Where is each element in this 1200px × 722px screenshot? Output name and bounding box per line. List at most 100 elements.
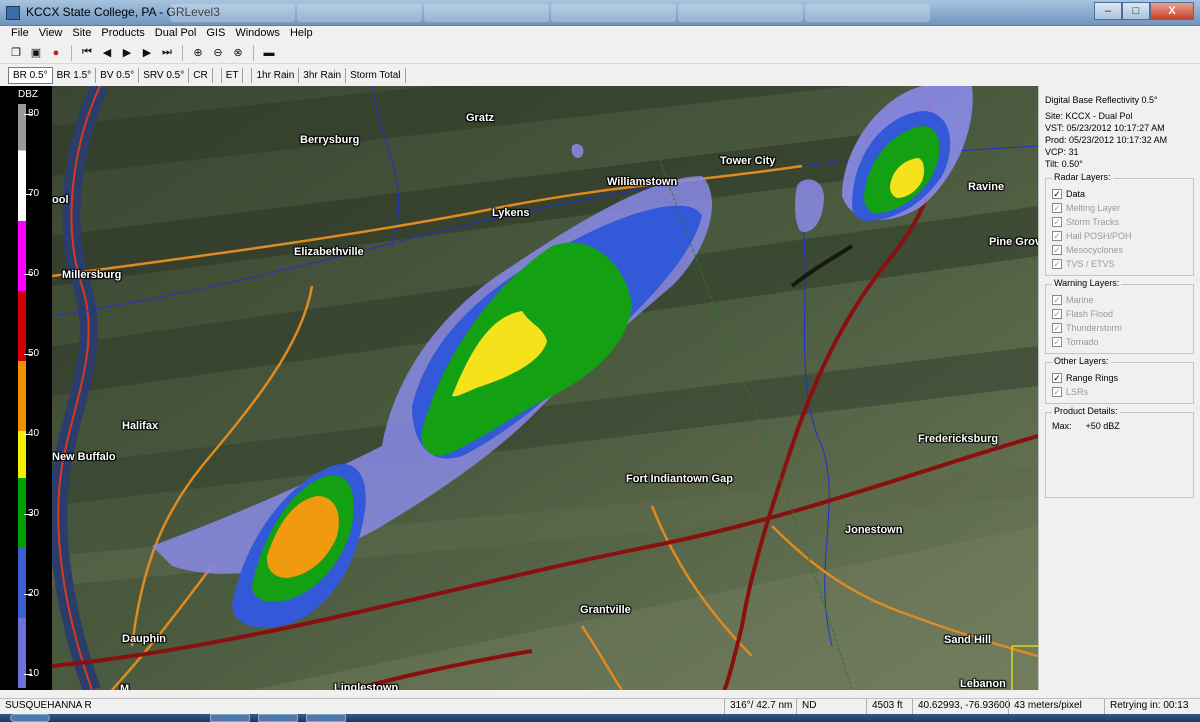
tab-et[interactable]: ET	[220, 67, 244, 83]
title-bar[interactable]: KCCX State College, PA - GRLevel3 – □ X	[0, 0, 1200, 26]
toolbar: ❐ ▣ ● ⏮ ◀ ▶ ▶ ⏭ ⊕ ⊖ ⊗ ▬	[0, 42, 1200, 64]
play-icon[interactable]: ▶	[119, 45, 135, 61]
product-name: Digital Base Reflectivity 0.5°	[1045, 95, 1158, 105]
maximize-button[interactable]: □	[1122, 2, 1150, 20]
checkbox-box[interactable]: ✓	[1052, 373, 1062, 383]
status-height: 4503 ft	[866, 699, 912, 714]
product-details-title: Product Details:	[1052, 406, 1120, 416]
tilt-value: Tilt: 0.50°	[1045, 159, 1083, 169]
copy-icon[interactable]: ❐	[8, 45, 24, 61]
map-label-lebanon: Lebanon	[960, 678, 1006, 690]
warning-layer-checkbox: ✓ Tornado	[1052, 335, 1187, 349]
legend-tick-label: 50	[28, 348, 40, 359]
checkbox-box[interactable]: ✓	[1052, 189, 1062, 199]
other-layer-checkbox: ✓ LSRs	[1052, 385, 1187, 399]
warning-layers-list: ✓ Marine ✓ Flash Flood ✓ Thunderstorm ✓ Tornado	[1052, 293, 1187, 349]
map-label-fredericksburg: Fredericksburg	[918, 433, 999, 445]
taskbar-app[interactable]	[306, 714, 346, 722]
tab-1hr-rain[interactable]: 1hr Rain	[251, 67, 300, 83]
tab-br-1-5[interactable]: BR 1.5°	[53, 67, 97, 83]
map-label-linglestown: Linglestown	[334, 682, 399, 690]
menu-bar: File View Site Products Dual Pol GIS Win…	[0, 26, 1200, 42]
radar-layers-group: Radar Layers: ✓ Data ✓ Melting Layer ✓ Storm …	[1045, 172, 1194, 276]
map-label-millersburg: Millersburg	[62, 269, 122, 281]
checkbox-label: Data	[1066, 189, 1086, 199]
status-bar: SUSQUEHANNA R 316°/ 42.7 nm ND 4503 ft 4…	[0, 698, 1200, 714]
radar-layers-list: ✓ Data ✓ Melting Layer ✓ Storm Tracks ✓ Hail PO…	[1052, 187, 1187, 271]
other-layers-list: ✓ Range Rings ✓ LSRs	[1052, 371, 1187, 399]
product-details-group: Product Details: Max: +50 dBZ	[1045, 406, 1194, 498]
menu-products[interactable]: Products	[96, 26, 149, 42]
radar-layer-checkbox: ✓ Mesocyclones	[1052, 243, 1187, 257]
close-button[interactable]: X	[1150, 2, 1194, 20]
taskbar-app[interactable]	[210, 714, 250, 722]
alert-icon[interactable]: ●	[48, 45, 64, 61]
background-window	[297, 4, 422, 22]
checkbox-label: Thunderstorm	[1066, 323, 1123, 333]
max-label: Max:	[1052, 421, 1072, 431]
paste-icon[interactable]: ▣	[28, 45, 44, 61]
status-retry: Retrying in: 00:13	[1104, 699, 1200, 714]
background-window	[805, 4, 930, 22]
next-frame-icon[interactable]: ▶	[139, 45, 155, 61]
minimize-button[interactable]: –	[1094, 2, 1122, 20]
map-label-grantville: Grantville	[580, 604, 631, 616]
map-label-fort-indiantown-gap: Fort Indiantown Gap	[626, 473, 733, 485]
map-label-lykens: Lykens	[492, 207, 530, 219]
menu-gis[interactable]: GIS	[201, 26, 230, 42]
tab-br-0-5[interactable]: BR 0.5°	[8, 66, 53, 84]
tab-srv-0-5[interactable]: SRV 0.5°	[139, 67, 190, 83]
status-location: SUSQUEHANNA R	[5, 700, 92, 711]
radar-layer-checkbox: ✓ TVS / ETVS	[1052, 257, 1187, 271]
legend-tick-label: 10	[28, 668, 40, 679]
tab-3hr-rain[interactable]: 3hr Rain	[299, 67, 347, 83]
window-icon[interactable]: ▬	[261, 45, 277, 61]
info-panel: Digital Base Reflectivity 0.5° Site: KCC…	[1038, 86, 1200, 690]
map-label-berrysburg: Berrysburg	[300, 134, 360, 146]
background-taskbar-strip	[170, 4, 930, 22]
menu-help[interactable]: Help	[285, 26, 318, 42]
radar-layer-checkbox: ✓ Storm Tracks	[1052, 215, 1187, 229]
checkbox-box: ✓	[1052, 308, 1062, 319]
last-frame-icon[interactable]: ⏭	[159, 45, 175, 61]
other-layer-checkbox[interactable]: ✓ Range Rings	[1052, 371, 1187, 385]
zoom-out-icon[interactable]: ⊖	[210, 45, 226, 61]
other-layers-group: Other Layers: ✓ Range Rings ✓ LSRs	[1045, 356, 1194, 404]
radar-map[interactable]: Gratz Berrysburg Tower City Williamstown…	[52, 86, 1038, 690]
map-label-tower-city: Tower City	[720, 155, 776, 167]
menu-file[interactable]: File	[6, 26, 34, 42]
checkbox-label: Melting Layer	[1066, 203, 1121, 213]
app-window: KCCX State College, PA - GRLevel3 – □ X …	[0, 0, 1200, 722]
menu-site[interactable]: Site	[67, 26, 96, 42]
warning-layers-group: Warning Layers: ✓ Marine ✓ Flash Flood ✓ Thun…	[1045, 278, 1194, 354]
product-info: Digital Base Reflectivity 0.5° Site: KCC…	[1045, 94, 1194, 170]
radar-layer-checkbox: ✓ Hail POSH/POH	[1052, 229, 1187, 243]
menu-windows[interactable]: Windows	[230, 26, 285, 42]
checkbox-box: ✓	[1052, 294, 1062, 305]
warning-layer-checkbox: ✓ Thunderstorm	[1052, 321, 1187, 335]
menu-view[interactable]: View	[34, 26, 68, 42]
first-frame-icon[interactable]: ⏮	[79, 45, 95, 61]
checkbox-label: Tornado	[1066, 337, 1099, 347]
tab-cr[interactable]: CR	[189, 67, 213, 83]
menu-dual-pol[interactable]: Dual Pol	[150, 26, 202, 42]
background-window	[551, 4, 676, 22]
start-button[interactable]	[10, 714, 50, 722]
checkbox-label: Mesocyclones	[1066, 245, 1124, 255]
tab-bv-0-5[interactable]: BV 0.5°	[96, 67, 140, 83]
status-bearing: 316°/ 42.7 nm	[724, 699, 796, 714]
checkbox-box: ✓	[1052, 202, 1062, 213]
map-label-sand-hill: Sand Hill	[944, 634, 992, 646]
map-label-new-buffalo: New Buffalo	[52, 451, 116, 463]
dbz-color-legend: DBZ 80 70 60 50 40 30 20 10	[0, 86, 52, 690]
radar-layer-checkbox[interactable]: ✓ Data	[1052, 187, 1187, 201]
background-window	[678, 4, 803, 22]
taskbar-app[interactable]	[258, 714, 298, 722]
tab-storm-total[interactable]: Storm Total	[346, 67, 406, 83]
toolbar-separator	[253, 44, 254, 61]
zoom-reset-icon[interactable]: ⊗	[230, 45, 246, 61]
prev-frame-icon[interactable]: ◀	[99, 45, 115, 61]
zoom-in-icon[interactable]: ⊕	[190, 45, 206, 61]
checkbox-box: ✓	[1052, 216, 1062, 227]
radar-layers-title: Radar Layers:	[1052, 172, 1113, 182]
